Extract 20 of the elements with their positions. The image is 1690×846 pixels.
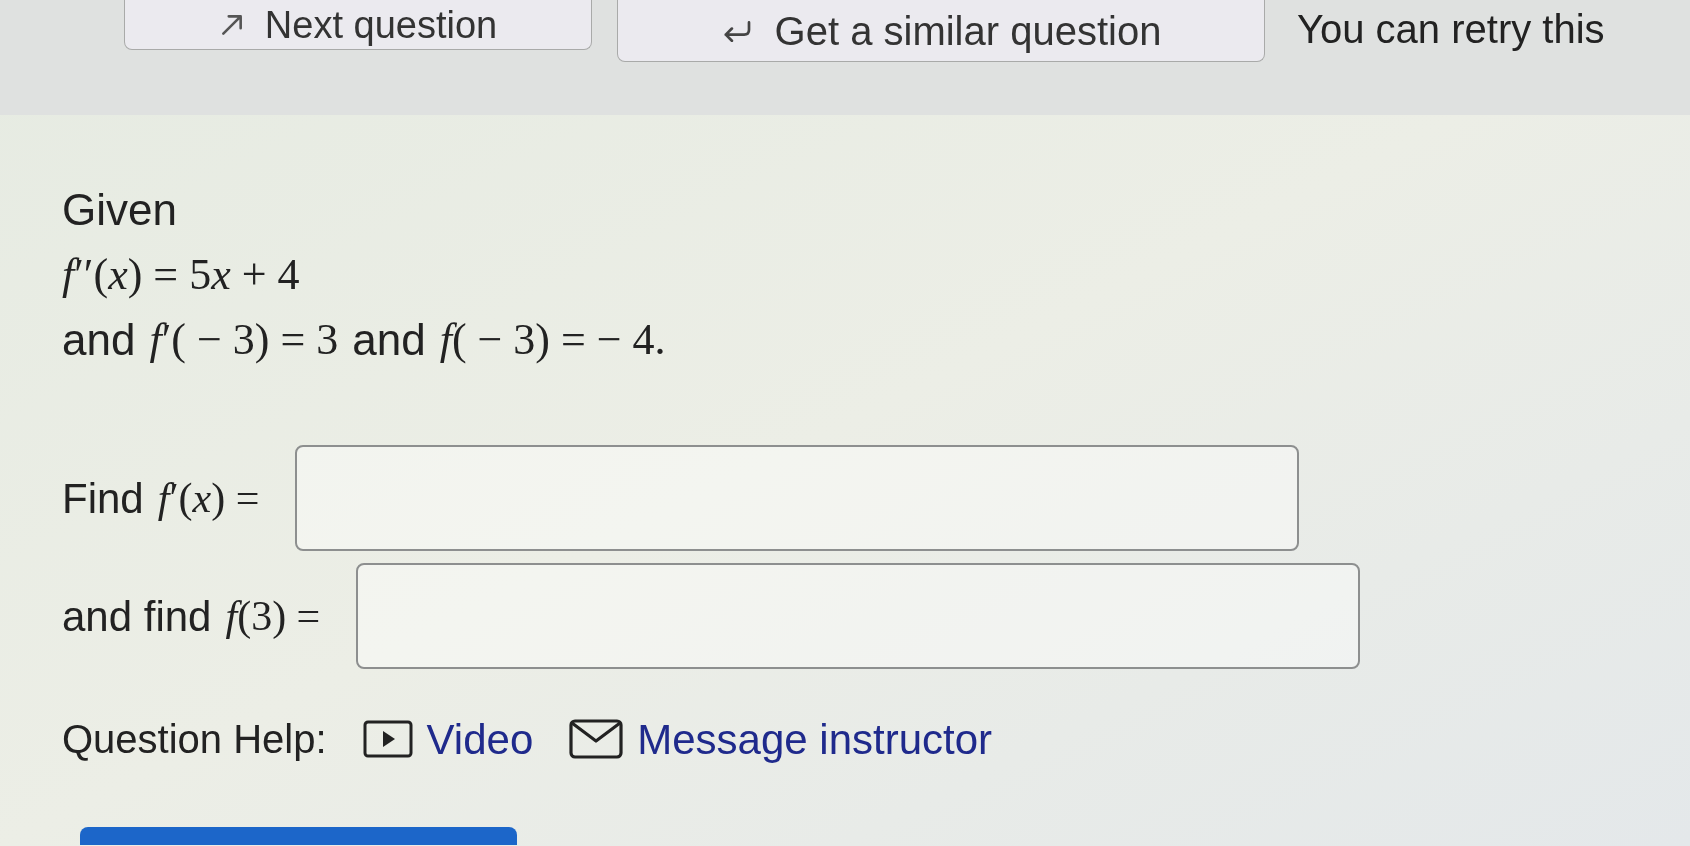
math-expression: f( − 3) = − 4. — [439, 313, 666, 366]
question-text: and — [62, 313, 136, 366]
question-text: Find — [62, 473, 144, 524]
math-expression: f′′(x) = 5x + 4 — [62, 248, 300, 301]
play-icon — [362, 720, 413, 758]
question-text: and — [352, 313, 426, 366]
similar-question-button[interactable]: Get a similar question — [617, 0, 1265, 62]
math-expression: f′( − 3) = 3 — [149, 313, 339, 366]
help-label: Question Help: — [62, 716, 327, 763]
math-expression: f(3) = — [225, 591, 321, 641]
envelope-icon — [569, 719, 624, 759]
message-link[interactable]: Message instructor — [569, 707, 993, 771]
retry-note: You can retry this — [1297, 6, 1605, 53]
answer-field[interactable] — [356, 563, 1361, 669]
next-question-button[interactable]: Next question — [124, 0, 592, 50]
math-expression: f′(x) = — [157, 473, 260, 523]
question-text: and find — [62, 591, 212, 642]
answer-field[interactable] — [295, 445, 1300, 551]
question-text: Given — [62, 183, 177, 236]
video-link[interactable]: Video — [362, 707, 534, 771]
